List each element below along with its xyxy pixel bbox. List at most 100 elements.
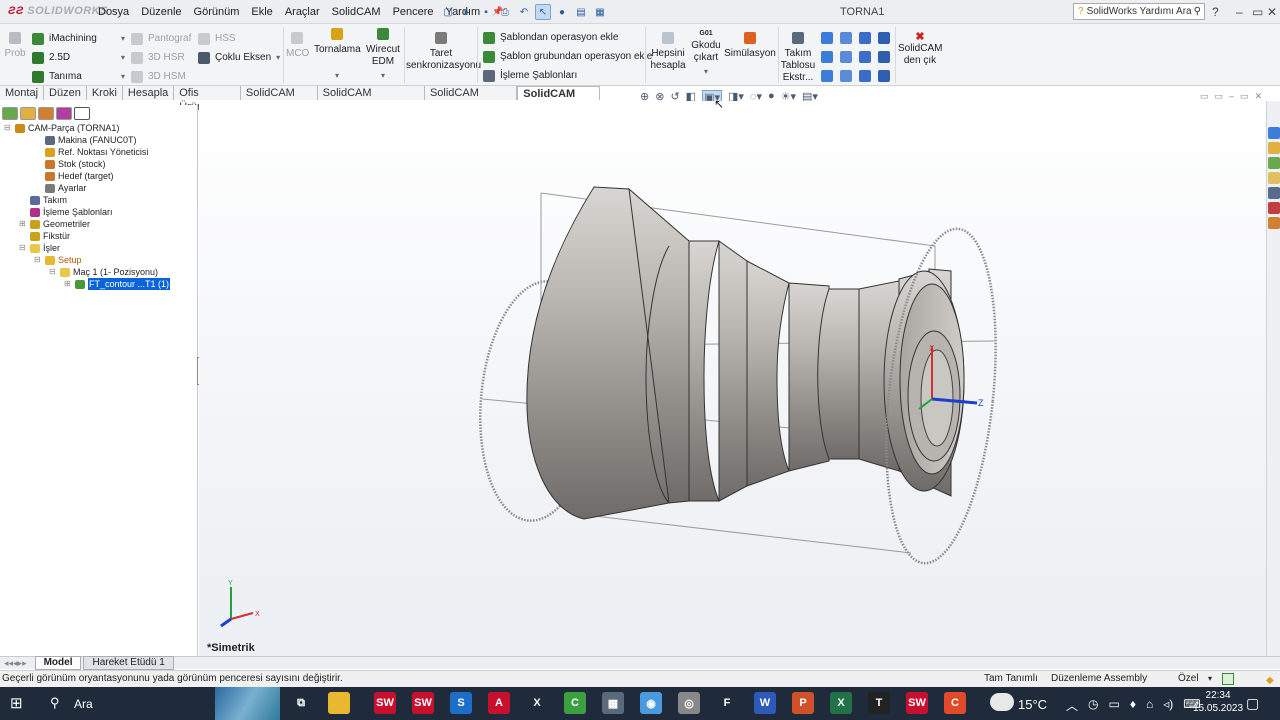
undo-icon[interactable]: ↶ bbox=[516, 4, 532, 20]
tree-node[interactable]: Hedef (target) bbox=[4, 170, 170, 182]
save-icon[interactable]: ▪ bbox=[478, 4, 494, 20]
weather-icon[interactable] bbox=[990, 693, 1014, 711]
camtasia-icon[interactable]: C bbox=[564, 692, 586, 714]
open-icon[interactable]: ▸ bbox=[459, 4, 475, 20]
tab-7[interactable]: SolidCAM Parçası bbox=[424, 86, 518, 113]
solidcam-icon[interactable]: C bbox=[944, 692, 966, 714]
imachining-button[interactable]: iMachining bbox=[32, 29, 97, 48]
solidcam-pane-icon[interactable] bbox=[1268, 217, 1280, 229]
hepsini-hesapla-button[interactable]: Hepsini hesapla bbox=[649, 32, 687, 72]
part-3d-model[interactable]: X Z Y X bbox=[199, 101, 1266, 657]
options-icon[interactable]: ▦ bbox=[592, 4, 608, 20]
calculator-icon[interactable]: ▦ bbox=[602, 692, 624, 714]
new-document-icon[interactable]: ▢ bbox=[440, 4, 456, 20]
pantograf-button[interactable]: Pantograf bbox=[131, 29, 191, 48]
view-palette-icon[interactable] bbox=[1268, 172, 1280, 184]
menu-item-0[interactable]: Dosya bbox=[92, 0, 135, 24]
tree-node[interactable]: Stok (stock) bbox=[4, 158, 170, 170]
select-icon[interactable]: ↖ bbox=[535, 4, 551, 20]
tree-node[interactable]: ⊟ Maç 1 (1- Pozisyonu) bbox=[4, 266, 170, 278]
mco-button[interactable]: MCO bbox=[286, 32, 309, 60]
word-icon[interactable]: W bbox=[754, 692, 776, 714]
network-icon[interactable]: ⌂ bbox=[1146, 697, 1153, 714]
gkodu-cikart-button[interactable]: G01 Gkodu çıkart ▾ bbox=[689, 28, 723, 78]
status-custom[interactable]: Özel bbox=[1178, 671, 1199, 687]
excel-icon[interactable]: X bbox=[830, 692, 852, 714]
solidcam-exit-button[interactable]: ✖ SolidCAM den çık bbox=[898, 32, 942, 67]
bottom-tab-0[interactable]: Model bbox=[34, 656, 82, 670]
status-dropdown-icon[interactable]: ▾ bbox=[1208, 671, 1212, 687]
appearances-icon[interactable] bbox=[1268, 187, 1280, 199]
taskbar-search[interactable]: Ara bbox=[74, 697, 93, 711]
print-icon[interactable]: ⎙ bbox=[497, 4, 513, 20]
toolbar-icon-1-1[interactable] bbox=[840, 51, 852, 63]
tree-node[interactable]: Fikstür bbox=[4, 230, 170, 242]
app-mouse-icon[interactable]: ◎ bbox=[678, 692, 700, 714]
search-icon[interactable]: ⚲ bbox=[1194, 6, 1201, 17]
tree-expander-icon[interactable]: ⊟ bbox=[4, 122, 12, 134]
search-icon[interactable]: ⚲ bbox=[50, 695, 60, 711]
tab-4[interactable]: Ofis Ürünleri bbox=[174, 86, 241, 113]
toolbar-icon-1-3[interactable] bbox=[878, 51, 890, 63]
custom-properties-icon[interactable] bbox=[1268, 202, 1280, 214]
prob-button[interactable]: Prob bbox=[4, 32, 26, 60]
tree-expander-icon[interactable]: ⊞ bbox=[19, 218, 27, 230]
file-explorer-icon[interactable] bbox=[1268, 157, 1280, 169]
toolbar-icon-0-3[interactable] bbox=[878, 32, 890, 44]
tab-scroll-arrows[interactable]: ◂◂◂▸▸ bbox=[4, 658, 27, 669]
app-s-icon[interactable]: S bbox=[450, 692, 472, 714]
typora-icon[interactable]: T bbox=[868, 692, 890, 714]
bottom-tab-1[interactable]: Hareket Etüdü 1 bbox=[83, 656, 174, 670]
toolbar-icon-2-1[interactable] bbox=[840, 70, 852, 82]
help-menu-icon[interactable]: ? bbox=[1212, 5, 1219, 19]
simulasyon-button[interactable]: Simülasyon bbox=[724, 32, 776, 60]
isleme-sablonlari-button[interactable]: İşleme Şablonları bbox=[483, 66, 652, 85]
start-button-icon[interactable]: ⊞ bbox=[10, 694, 23, 712]
solidworks-resources-icon[interactable] bbox=[1268, 127, 1280, 139]
tab-1[interactable]: Düzen bbox=[44, 86, 87, 100]
close-button[interactable]: ✕ bbox=[1267, 5, 1277, 19]
tray-monitor-icon[interactable]: ▭ bbox=[1109, 697, 1120, 714]
tray-chevron-icon[interactable]: ︿ bbox=[1066, 697, 1078, 714]
help-search-input[interactable]: ? SolidWorks Yardımı Ara ⚲ bbox=[1073, 3, 1205, 20]
toolbar-icon-2-2[interactable] bbox=[859, 70, 871, 82]
design-library-icon[interactable] bbox=[1268, 142, 1280, 154]
tree-expander-icon[interactable]: ⊟ bbox=[34, 254, 42, 266]
tree-expander-icon[interactable]: ⊟ bbox=[49, 266, 57, 278]
tab-2[interactable]: Kroki bbox=[86, 86, 123, 100]
toolbar-icon-0-2[interactable] bbox=[859, 32, 871, 44]
solidworks-2021-icon[interactable]: SW bbox=[412, 692, 434, 714]
toolbar-icon-0-0[interactable] bbox=[821, 32, 833, 44]
template-operation-button[interactable]: Şablondan operasyon ekle bbox=[483, 28, 652, 47]
powerpoint-icon[interactable]: P bbox=[792, 692, 814, 714]
minimize-button[interactable]: – bbox=[1236, 5, 1243, 19]
3d-hsm-button[interactable]: 3D HSM bbox=[131, 67, 191, 86]
solidworks-3-icon[interactable]: SW bbox=[906, 692, 928, 714]
menu-item-3[interactable]: Ekle bbox=[245, 0, 278, 24]
volume-icon[interactable]: ◃) bbox=[1163, 697, 1173, 714]
solidcam-tab-icon[interactable] bbox=[74, 107, 90, 120]
tab-0[interactable]: Montaj bbox=[0, 86, 45, 100]
toolbar-icon-1-2[interactable] bbox=[859, 51, 871, 63]
chrome-icon[interactable]: ◉ bbox=[640, 692, 662, 714]
rebuild-icon[interactable]: ● bbox=[554, 4, 570, 20]
acrobat-icon[interactable]: A bbox=[488, 692, 510, 714]
tree-node[interactable]: ⊟ İşler bbox=[4, 242, 170, 254]
takim-tablosu-button[interactable]: Takım Tablosu Ekstr... bbox=[780, 32, 816, 84]
tab-5[interactable]: SolidCAM Part bbox=[240, 86, 318, 113]
tree-node[interactable]: ⊟ Setup bbox=[4, 254, 170, 266]
tree-expander-icon[interactable]: ⊞ bbox=[64, 278, 72, 290]
tanima-button[interactable]: Tanıma bbox=[32, 67, 97, 86]
menu-item-1[interactable]: Düzenle bbox=[135, 0, 187, 24]
2-5d-button[interactable]: 2.5D bbox=[32, 48, 97, 67]
menu-item-5[interactable]: SolidCAM bbox=[326, 0, 387, 24]
tree-node[interactable]: Ayarlar bbox=[4, 182, 170, 194]
weather-temp[interactable]: 15°C bbox=[1018, 697, 1047, 712]
tree-node[interactable]: Makina (FANUC0T) bbox=[4, 134, 170, 146]
tree-node[interactable]: ⊞ Geometriler bbox=[4, 218, 170, 230]
tree-expander-icon[interactable]: ⊟ bbox=[19, 242, 27, 254]
feature-tree-tab-icon[interactable] bbox=[2, 107, 18, 120]
toolbar-icon-2-0[interactable] bbox=[821, 70, 833, 82]
coklu-eksen-button[interactable]: Çoklu Eksen ▾ bbox=[198, 48, 280, 67]
festo-icon[interactable]: F bbox=[716, 692, 738, 714]
